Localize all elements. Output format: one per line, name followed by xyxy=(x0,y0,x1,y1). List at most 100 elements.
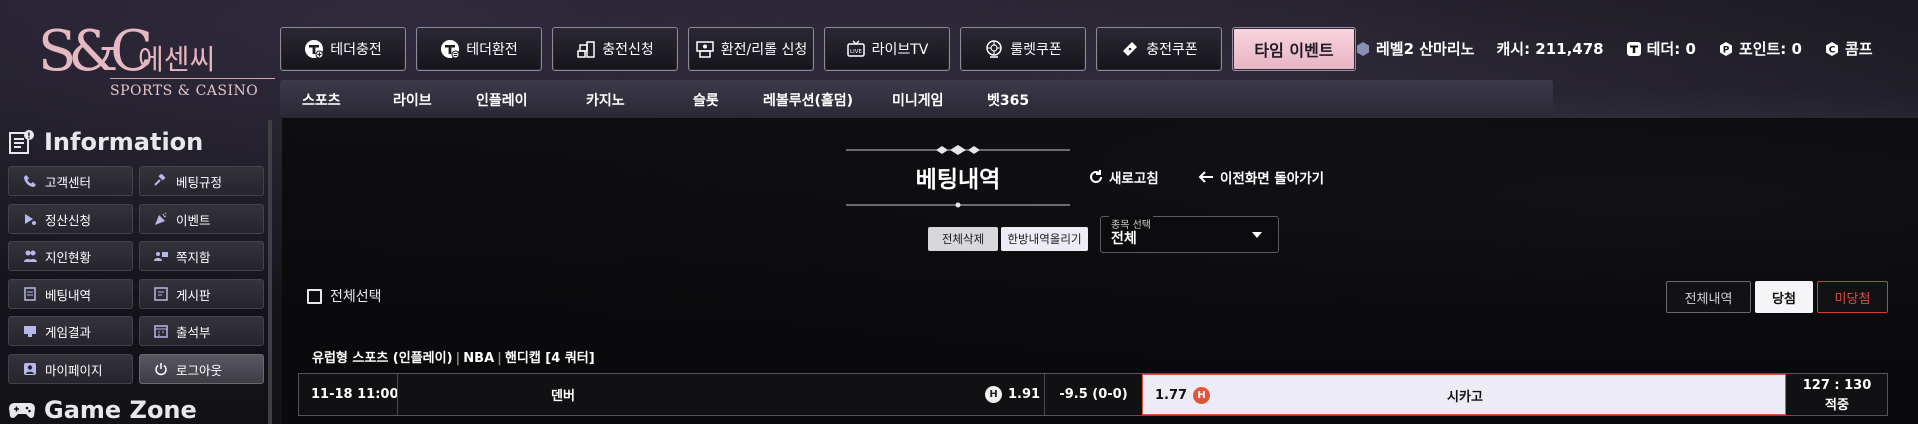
withdraw-request-label: 환전/리롤 신청 xyxy=(720,42,808,58)
site-logo[interactable]: S&C 에센씨 SPORTS & CASINO xyxy=(38,22,275,108)
information-title: Information xyxy=(44,128,204,156)
time-event-button[interactable]: 타임 이벤트 xyxy=(1232,27,1356,71)
nav-slot[interactable]: 슬롯 xyxy=(693,90,719,110)
tether-withdraw-button[interactable]: 테더환전 xyxy=(416,27,542,71)
sidebar-item-label: 베팅내역 xyxy=(45,287,92,303)
handicap-line: -9.5 (0-0) xyxy=(1059,387,1128,402)
sport-type-select-value: 전체 xyxy=(1111,231,1137,247)
tether-withdraw-label: 테더환전 xyxy=(466,42,518,58)
user-level[interactable]: 레벨2 산마리노 xyxy=(1355,38,1474,59)
roulette-icon xyxy=(984,39,1004,59)
upload-history-button[interactable]: 한방내역올리기 xyxy=(1001,227,1088,251)
svg-text:LIVE: LIVE xyxy=(850,49,862,55)
withdraw-request-button[interactable]: 환전/리롤 신청 xyxy=(688,27,814,71)
deposit-request-label: 충전신청 xyxy=(602,42,654,58)
bet-meta-league: NBA xyxy=(463,351,495,366)
home-odds-cell[interactable]: H 1.91 xyxy=(985,374,1040,415)
nav-minigame[interactable]: 미니게임 xyxy=(892,90,944,110)
deposit-request-button[interactable]: 충전신청 xyxy=(552,27,678,71)
live-tv-button[interactable]: LIVE 라이브TV xyxy=(824,27,950,71)
arrow-left-icon xyxy=(1198,171,1213,183)
level-hexagon-icon xyxy=(1357,41,1369,56)
away-odds-cell: 1.77 H xyxy=(1155,375,1211,416)
nav-bet365[interactable]: 벳365 xyxy=(987,90,1029,110)
nav-inplay[interactable]: 인플레이 xyxy=(476,90,528,110)
user-comp[interactable]: C 콤프 xyxy=(1824,38,1873,59)
game-zone-heading: Game Zone xyxy=(8,396,197,424)
sidebar-item-label: 게시판 xyxy=(176,287,211,303)
gavel-icon xyxy=(154,174,168,188)
user-tether: 테더: 0 xyxy=(1626,38,1696,59)
sidebar-item-messages[interactable]: 쪽지함 xyxy=(139,241,264,271)
category-nav: 스포츠 라이브 인플레이 카지노 슬롯 레볼루션(홀덤) 미니게임 벳365 xyxy=(280,80,1553,117)
svg-text:P: P xyxy=(1723,45,1730,55)
final-score: 127 : 130 xyxy=(1802,377,1872,393)
checkbox-icon xyxy=(307,288,322,304)
sidebar-item-referrals[interactable]: 지인현황 xyxy=(8,241,133,271)
refresh-label: 새로고침 xyxy=(1109,171,1159,187)
page-title: 베팅내역 xyxy=(915,167,1001,193)
filter-win-button[interactable]: 당첨 xyxy=(1755,281,1813,313)
refresh-button[interactable]: 새로고침 xyxy=(1088,167,1159,187)
user-level-text: 레벨2 산마리노 xyxy=(1376,40,1475,58)
sidebar-scrollbar[interactable] xyxy=(268,120,272,424)
tether-deposit-button[interactable]: 테더충전 xyxy=(280,27,406,71)
delete-all-button[interactable]: 전체삭제 xyxy=(928,227,998,251)
away-odds: 1.77 xyxy=(1155,388,1188,403)
gamepad-icon xyxy=(9,403,35,418)
away-team: 시카고 xyxy=(1447,390,1483,405)
bet-meta: 유럽형 스포츠 (인플레이) | NBA | 핸디캡 [4 쿼터] xyxy=(312,347,595,366)
nav-sports[interactable]: 스포츠 xyxy=(302,90,341,110)
sidebar-scrollbar-thumb[interactable] xyxy=(268,120,272,424)
phone-icon xyxy=(23,174,37,188)
sidebar-item-settlement[interactable]: 정산신청 xyxy=(8,204,133,234)
user-cash: 캐시: 211,478 xyxy=(1496,38,1603,59)
sidebar-item-label: 정산신청 xyxy=(45,212,92,228)
comp-icon: C xyxy=(1825,41,1838,56)
svg-text:!: ! xyxy=(27,132,31,141)
roulette-coupon-button[interactable]: 룰렛쿠폰 xyxy=(960,27,1086,71)
deposit-coupon-button[interactable]: 충전쿠폰 xyxy=(1096,27,1222,71)
user-info-bar: 레벨2 산마리노 캐시: 211,478 테더: 0 P 포인트: 0 C 콤프 xyxy=(1355,38,1873,59)
sidebar-item-mypage[interactable]: 마이페이지 xyxy=(8,354,133,384)
away-team-selected-cell[interactable]: 1.77 H 시카고 xyxy=(1142,374,1786,415)
filter-lose-button[interactable]: 미당첨 xyxy=(1817,281,1888,313)
receipt-icon xyxy=(23,287,37,301)
filter-all-button[interactable]: 전체내역 xyxy=(1666,281,1751,313)
game-zone-title: Game Zone xyxy=(44,396,197,424)
bet-row[interactable]: 11-18 11:00 덴버 H 1.91 -9.5 (0-0) 1.77 H … xyxy=(298,373,1888,416)
sidebar-item-game-results[interactable]: 게임결과 xyxy=(8,316,133,346)
power-icon xyxy=(154,362,168,376)
live-tv-icon: LIVE xyxy=(846,39,866,59)
party-icon xyxy=(154,212,168,226)
sidebar-item-event[interactable]: 이벤트 xyxy=(139,204,264,234)
people-icon xyxy=(23,249,37,263)
sidebar-item-betting-rules[interactable]: 베팅규정 xyxy=(139,166,264,196)
nav-revolution-holdem[interactable]: 레볼루션(홀덤) xyxy=(763,90,853,110)
sidebar-item-logout[interactable]: 로그아웃 xyxy=(139,354,264,384)
logo-divider xyxy=(110,78,275,79)
meta-separator: | xyxy=(497,351,502,366)
sidebar-item-bet-history[interactable]: 베팅내역 xyxy=(8,279,133,309)
go-back-label: 이전화면 돌아가기 xyxy=(1220,171,1325,187)
sidebar-item-label: 베팅규정 xyxy=(176,174,223,190)
deposit-coupon-label: 충전쿠폰 xyxy=(1146,42,1198,58)
top-nav: 테더충전 테더환전 충전신청 환전/리롤 신청 LIVE 라이브TV 룰렛쿠폰 … xyxy=(280,27,1356,71)
go-back-button[interactable]: 이전화면 돌아가기 xyxy=(1198,167,1324,187)
sidebar-item-label: 지인현황 xyxy=(45,249,92,265)
bet-meta-type: 유럽형 스포츠 (인플레이) xyxy=(312,351,453,366)
meta-separator: | xyxy=(455,351,461,366)
board-icon xyxy=(154,287,168,301)
tether-icon xyxy=(1626,41,1641,56)
sidebar-item-board[interactable]: 게시판 xyxy=(139,279,264,309)
nav-live[interactable]: 라이브 xyxy=(393,90,432,110)
sidebar-item-support[interactable]: 고객센터 xyxy=(8,166,133,196)
select-all-checkbox[interactable]: 전체선택 xyxy=(307,286,382,306)
tether-deposit-label: 테더충전 xyxy=(330,42,382,58)
attendance-icon xyxy=(154,324,168,338)
nav-casino[interactable]: 카지노 xyxy=(586,90,625,110)
ticket-icon xyxy=(1120,39,1140,59)
home-team: 덴버 xyxy=(551,389,575,404)
sport-type-select[interactable]: 종목 선택 전체 xyxy=(1100,216,1279,253)
sidebar-item-attendance[interactable]: 출석부 xyxy=(139,316,264,346)
